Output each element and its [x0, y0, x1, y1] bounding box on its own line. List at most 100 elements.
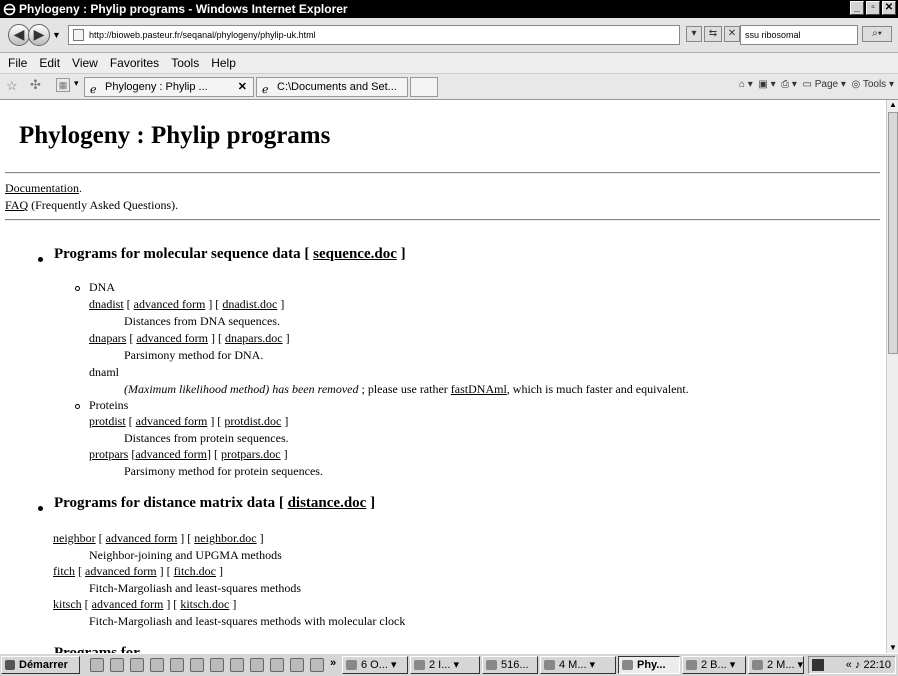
dnapars-doc-link[interactable]: dnapars.doc: [225, 331, 283, 345]
dnadist-line: dnadist [ advanced form ] [ dnadist.doc …: [89, 297, 285, 311]
search-icon[interactable]: ⌕▾: [862, 26, 892, 42]
address-bar[interactable]: http://bioweb.pasteur.fr/seqanal/phyloge…: [68, 25, 680, 45]
quicklaunch-icon[interactable]: [230, 658, 244, 672]
history-dropdown-icon[interactable]: ▼: [52, 30, 61, 40]
quicklaunch-icon[interactable]: [130, 658, 144, 672]
tab-phylogeny-label: Phylogeny : Phylip ...: [105, 81, 208, 93]
clock[interactable]: 22:10: [863, 659, 891, 671]
tab-documents[interactable]: ℯ C:\Documents and Set...: [256, 77, 408, 97]
taskbar-button[interactable]: 2 I... ▾: [410, 656, 480, 674]
neighbor-description: Neighbor-joining and UPGMA methods: [89, 548, 282, 562]
dnaml-removed-note: (Maximum likelihood method) has been rem…: [124, 382, 359, 396]
neighbor-link[interactable]: neighbor: [53, 531, 96, 545]
distance-doc-link[interactable]: distance.doc: [288, 495, 367, 511]
quicklaunch-icon[interactable]: [310, 658, 324, 672]
feeds-icon[interactable]: ▣ ▾: [758, 79, 775, 90]
vertical-scrollbar[interactable]: ▲ ▼: [886, 100, 898, 653]
window-icon: [414, 660, 425, 670]
fitch-link[interactable]: fitch: [53, 564, 75, 578]
home-icon[interactable]: ⌂ ▾: [739, 79, 753, 90]
close-button[interactable]: ✕: [882, 1, 896, 15]
documentation-link[interactable]: Documentation: [5, 181, 79, 195]
taskbar-button-label: 2 B... ▾: [701, 659, 736, 671]
stop-icon[interactable]: ✕: [724, 26, 740, 42]
favorites-star-icon[interactable]: ☆: [6, 78, 18, 94]
tab-list-dropdown-icon[interactable]: ▾: [74, 78, 79, 89]
section-heading-next: Programs for ...: [54, 645, 155, 653]
tab-phylogeny[interactable]: ℯ Phylogeny : Phylip ... ✕: [84, 77, 254, 97]
taskbar-button[interactable]: 516...: [482, 656, 538, 674]
menu-view[interactable]: View: [72, 56, 98, 70]
quicklaunch-icon[interactable]: [210, 658, 224, 672]
tab-bar: ☆ ✣ ▦ ▾ ℯ Phylogeny : Phylip ... ✕ ℯ C:\…: [0, 74, 898, 100]
window-title: Phylogeny : Phylip programs - Windows In…: [19, 2, 348, 16]
search-input[interactable]: ssu ribosomal: [740, 25, 858, 45]
fitch-advanced-form-link[interactable]: advanced form: [85, 564, 157, 578]
page-menu[interactable]: ▭ Page ▾: [803, 79, 846, 90]
quicklaunch-icon[interactable]: [150, 658, 164, 672]
taskbar-button[interactable]: 2 M... ▾: [748, 656, 804, 674]
quicklaunch-more-icon[interactable]: »: [330, 657, 336, 669]
print-icon[interactable]: ⎙ ▾: [781, 79, 797, 90]
kitsch-doc-link[interactable]: kitsch.doc: [180, 597, 229, 611]
scroll-down-icon[interactable]: ▼: [887, 643, 898, 653]
neighbor-advanced-form-link[interactable]: advanced form: [106, 531, 178, 545]
address-dropdown-icon[interactable]: ▾: [686, 26, 702, 42]
menu-file[interactable]: File: [8, 56, 27, 70]
quicklaunch-icon[interactable]: [250, 658, 264, 672]
taskbar-button[interactable]: 2 B... ▾: [682, 656, 746, 674]
new-tab-button[interactable]: [410, 77, 438, 97]
maximize-button[interactable]: ▫: [866, 1, 880, 15]
kitsch-advanced-form-link[interactable]: advanced form: [92, 597, 164, 611]
command-bar: ⌂ ▾ ▣ ▾ ⎙ ▾ ▭ Page ▾ ◎ Tools ▾: [739, 79, 894, 90]
protpars-doc-link[interactable]: protpars.doc: [221, 447, 281, 461]
taskbar-button[interactable]: 4 M... ▾: [540, 656, 616, 674]
dnadist-link[interactable]: dnadist: [89, 297, 124, 311]
dnadist-doc-link[interactable]: dnadist.doc: [222, 297, 277, 311]
taskbar-button-label: Phy...: [637, 659, 666, 671]
faq-link[interactable]: FAQ: [5, 198, 28, 212]
sequence-doc-link[interactable]: sequence.doc: [313, 246, 397, 262]
quicklaunch-icon[interactable]: [190, 658, 204, 672]
scroll-up-icon[interactable]: ▲: [887, 100, 898, 110]
dnapars-link[interactable]: dnapars: [89, 331, 126, 345]
quicklaunch-icon[interactable]: [170, 658, 184, 672]
protdist-advanced-form-link[interactable]: advanced form: [136, 414, 208, 428]
protpars-link[interactable]: protpars: [89, 447, 128, 461]
menu-help[interactable]: Help: [211, 56, 236, 70]
taskbar-button-active[interactable]: Phy...: [618, 656, 680, 674]
add-favorites-icon[interactable]: ✣: [30, 77, 41, 93]
dnaml-note-post: , which is much faster and equivalent.: [506, 382, 689, 396]
tools-menu[interactable]: ◎ Tools ▾: [852, 79, 895, 90]
menu-favorites[interactable]: Favorites: [110, 56, 159, 70]
back-button[interactable]: ◀: [8, 24, 30, 46]
dnadist-advanced-form-link[interactable]: advanced form: [134, 297, 206, 311]
protdist-doc-link[interactable]: protdist.doc: [224, 414, 281, 428]
taskbar-button[interactable]: 6 O... ▾: [342, 656, 408, 674]
quicklaunch-icon[interactable]: [110, 658, 124, 672]
menu-tools[interactable]: Tools: [171, 56, 199, 70]
fastdnaml-link[interactable]: fastDNAml: [451, 382, 507, 396]
fitch-doc-link[interactable]: fitch.doc: [174, 564, 216, 578]
quick-tabs-icon[interactable]: ▦: [56, 78, 70, 92]
menu-edit[interactable]: Edit: [39, 56, 60, 70]
quicklaunch-icon[interactable]: [90, 658, 104, 672]
close-tab-icon[interactable]: ✕: [238, 78, 247, 96]
minimize-button[interactable]: _: [850, 1, 864, 15]
neighbor-doc-link[interactable]: neighbor.doc: [194, 531, 256, 545]
dnapars-advanced-form-link[interactable]: advanced form: [136, 331, 208, 345]
protdist-link[interactable]: protdist: [89, 414, 126, 428]
page-menu-label: Page: [814, 79, 839, 90]
tray-app-icon[interactable]: [812, 659, 824, 671]
window-icon: [752, 660, 763, 670]
quicklaunch-icon[interactable]: [290, 658, 304, 672]
tray-icons[interactable]: « ♪: [846, 659, 861, 671]
scrollbar-thumb[interactable]: [888, 112, 898, 354]
start-button[interactable]: Démarrer: [1, 656, 80, 674]
refresh-icon[interactable]: ⇆: [704, 26, 722, 42]
protpars-advanced-form-link[interactable]: advanced form: [135, 447, 207, 461]
kitsch-link[interactable]: kitsch: [53, 597, 82, 611]
neighbor-line: neighbor [ advanced form ] [ neighbor.do…: [53, 531, 264, 545]
quicklaunch-icon[interactable]: [270, 658, 284, 672]
forward-button[interactable]: ▶: [28, 24, 50, 46]
